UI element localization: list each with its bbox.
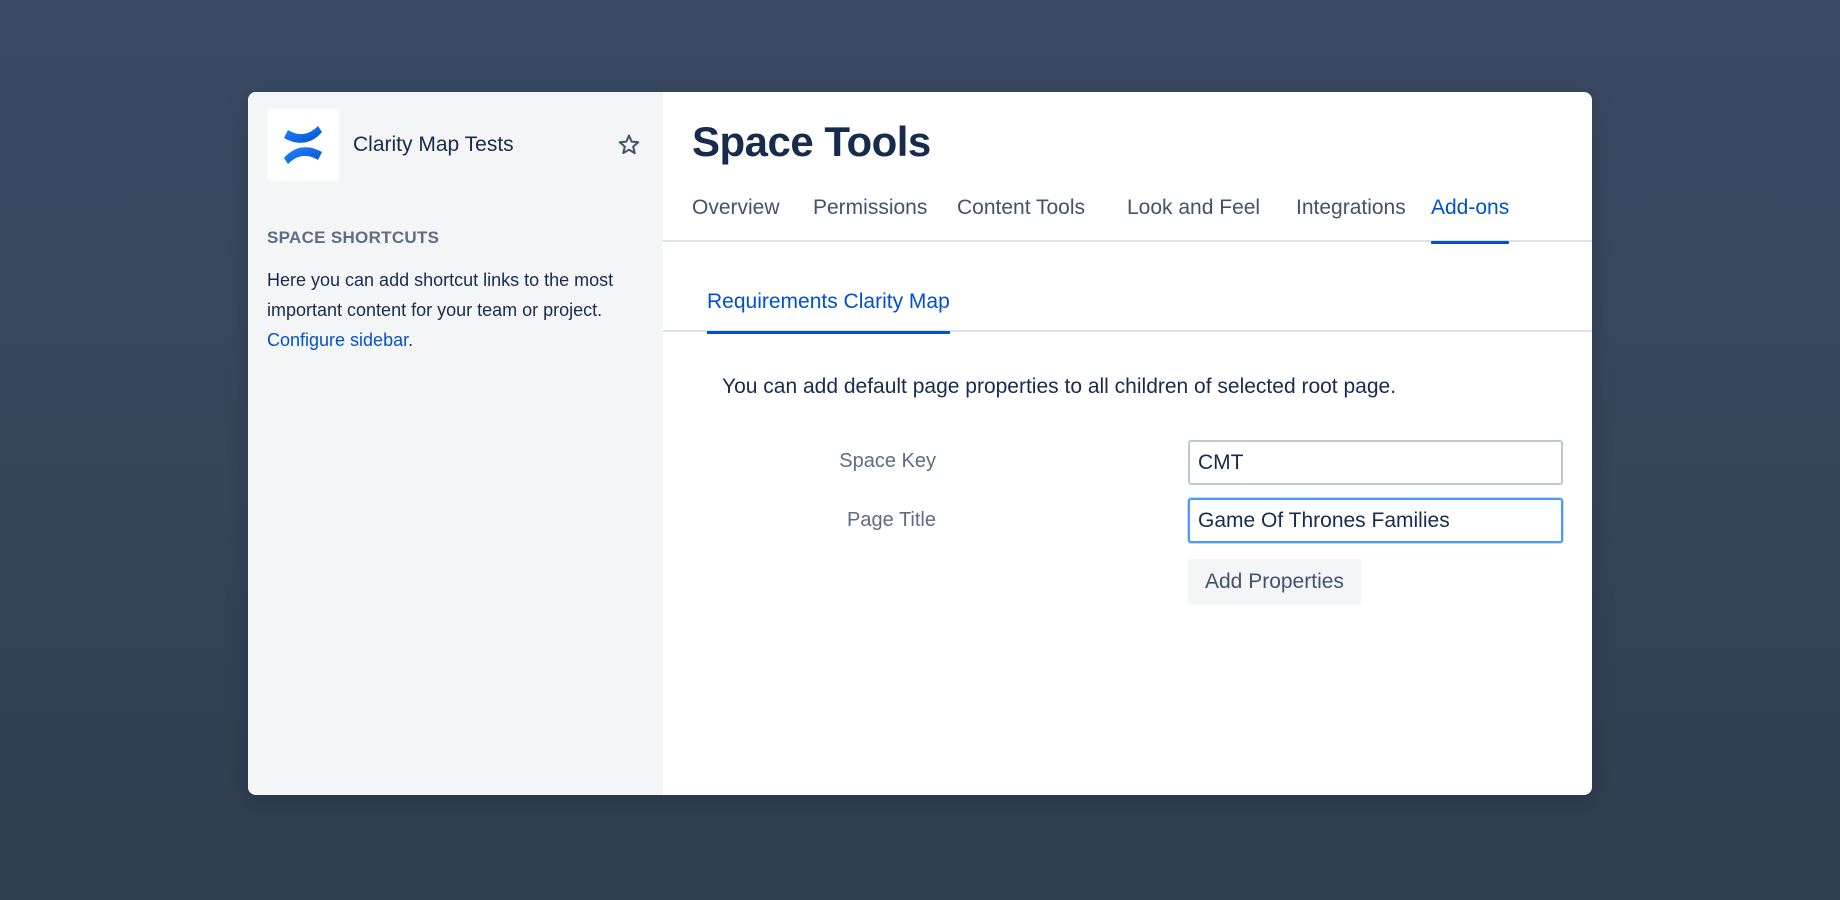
subtab-requirements-clarity-map[interactable]: Requirements Clarity Map (707, 290, 950, 334)
tab-add-ons[interactable]: Add-ons (1431, 196, 1510, 244)
shortcuts-text-end: . (408, 330, 414, 350)
tab-look-and-feel[interactable]: Look and Feel (1127, 196, 1260, 242)
add-properties-button[interactable]: Add Properties (1188, 559, 1361, 605)
tab-permissions[interactable]: Permissions (813, 196, 927, 242)
shortcuts-heading: SPACE SHORTCUTS (267, 228, 440, 247)
configure-sidebar-link[interactable]: Configure sidebar (267, 330, 408, 350)
space-key-input[interactable] (1188, 440, 1563, 485)
shortcuts-description: Here you can add shortcut links to the m… (267, 265, 627, 355)
page-title: Space Tools (692, 118, 931, 165)
tab-integrations[interactable]: Integrations (1296, 196, 1406, 242)
tab-content-tools[interactable]: Content Tools (957, 196, 1085, 242)
confluence-logo-icon[interactable] (267, 109, 339, 181)
main-content: Space Tools Overview Permissions Content… (663, 92, 1592, 795)
shortcuts-text: Here you can add shortcut links to the m… (267, 270, 614, 320)
form-description: You can add default page properties to a… (722, 375, 1397, 398)
space-tools-tabs: Overview Permissions Content Tools Look … (663, 196, 1592, 244)
space-header: Clarity Map Tests (267, 109, 644, 181)
space-name[interactable]: Clarity Map Tests (353, 133, 614, 157)
tab-overview[interactable]: Overview (692, 196, 780, 242)
addon-subtabs: Requirements Clarity Map (663, 290, 1592, 334)
app-window: Clarity Map Tests SPACE SHORTCUTS Here y… (248, 92, 1592, 795)
space-key-label: Space Key (839, 450, 936, 472)
page-title-input[interactable] (1188, 498, 1563, 543)
star-icon[interactable] (614, 130, 644, 160)
sidebar: Clarity Map Tests SPACE SHORTCUTS Here y… (248, 92, 663, 795)
page-title-label: Page Title (847, 509, 936, 531)
